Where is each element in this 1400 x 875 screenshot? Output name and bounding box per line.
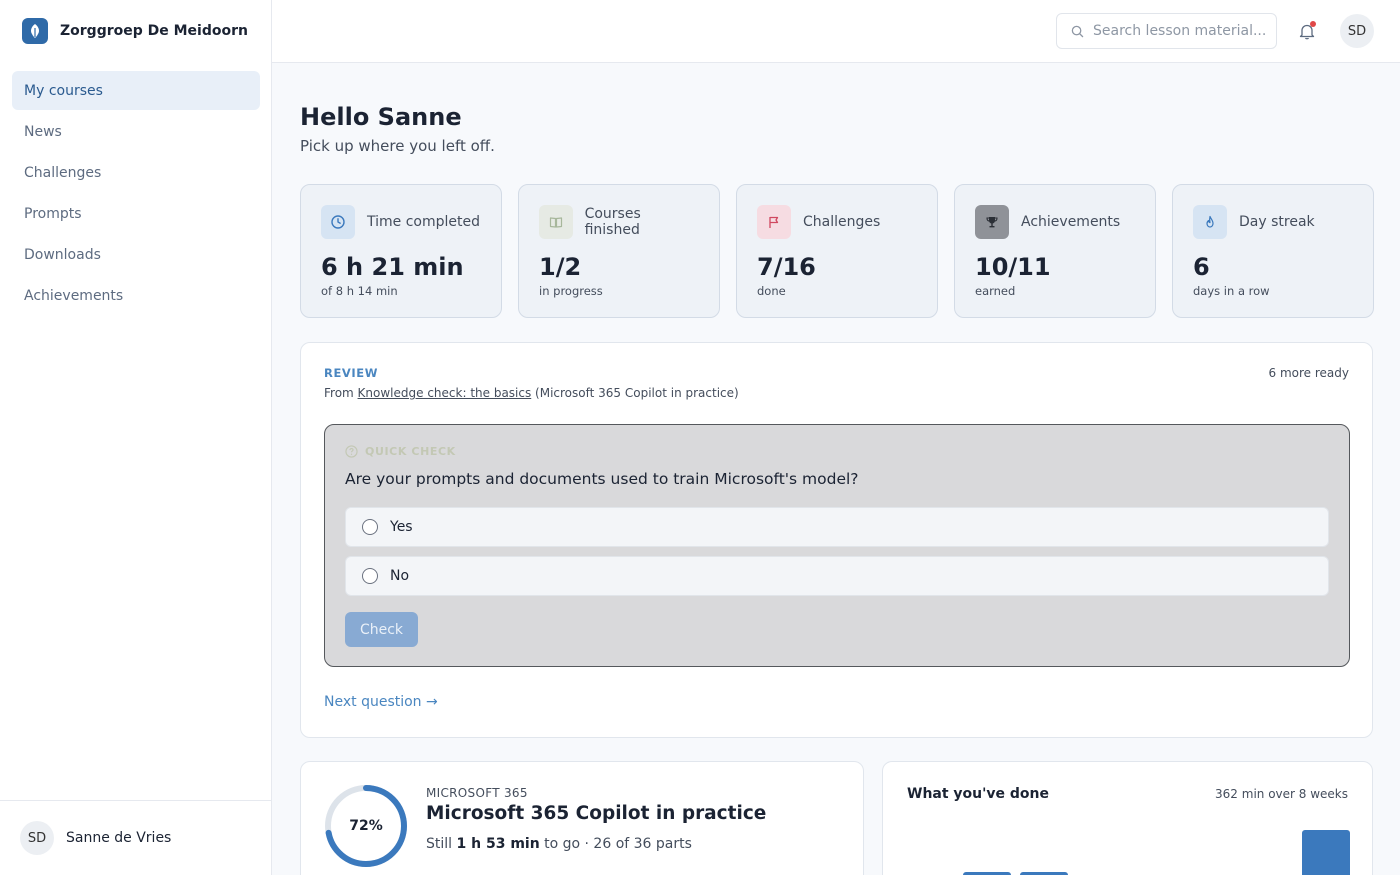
stats-row: Time completed 6 h 21 min of 8 h 14 min … (300, 184, 1374, 318)
activity-card: What you've done 362 min over 8 weeks (882, 761, 1373, 875)
topbar: SD (272, 0, 1400, 63)
review-card: REVIEW 6 more ready From Knowledge check… (300, 342, 1373, 738)
flag-icon (757, 205, 791, 239)
course-category: MICROSOFT 365 (426, 786, 528, 800)
course-title[interactable]: Microsoft 365 Copilot in practice (426, 803, 766, 824)
main-content: Hello Sanne Pick up where you left off. … (300, 63, 1374, 875)
trophy-icon (975, 205, 1009, 239)
stat-card-courses: Courses finished 1/2 in progress (518, 184, 720, 318)
progress-percent: 72% (349, 818, 383, 834)
quick-check-panel: QUICK CHECK Are your prompts and documen… (324, 424, 1350, 667)
sidebar-item-achievements[interactable]: Achievements (12, 276, 260, 315)
course-card[interactable]: 72% MICROSOFT 365 Microsoft 365 Copilot … (300, 761, 864, 875)
stat-card-streak: Day streak 6 days in a row (1172, 184, 1374, 318)
radio-button[interactable] (362, 568, 378, 584)
stat-sub: done (757, 284, 786, 298)
stat-card-challenges: Challenges 7/16 done (736, 184, 938, 318)
stat-value: 1/2 (539, 253, 582, 281)
radio-button[interactable] (362, 519, 378, 535)
course-meta-suffix: to go · 26 of 36 parts (539, 836, 692, 852)
help-circle-icon (345, 445, 358, 458)
stat-label: Achievements (1021, 214, 1121, 230)
page-subtitle: Pick up where you left off. (300, 137, 495, 155)
answer-option-yes[interactable]: Yes (345, 507, 1329, 547)
stat-sub: days in a row (1193, 284, 1270, 298)
leaf-logo-icon (22, 18, 48, 44)
stat-value: 10/11 (975, 253, 1051, 281)
avatar: SD (20, 821, 54, 855)
review-source-prefix: From (324, 386, 358, 400)
user-profile[interactable]: SD Sanne de Vries (0, 800, 271, 875)
stat-value: 7/16 (757, 253, 816, 281)
review-tag: REVIEW (324, 366, 379, 380)
stat-card-time: Time completed 6 h 21 min of 8 h 14 min (300, 184, 502, 318)
course-remaining: 1 h 53 min (456, 836, 540, 852)
course-meta-prefix: Still (426, 836, 457, 852)
notification-dot (1310, 21, 1316, 27)
stat-sub: of 8 h 14 min (321, 284, 398, 298)
sidebar-item-downloads[interactable]: Downloads (12, 235, 260, 274)
review-source: From Knowledge check: the basics (Micros… (324, 386, 739, 400)
page-title: Hello Sanne (300, 103, 462, 131)
answer-label: No (390, 568, 410, 584)
sidebar: Zorggroep De Meidoorn My courses News Ch… (0, 0, 272, 875)
stat-label: Time completed (367, 214, 480, 230)
check-button[interactable]: Check (345, 612, 418, 647)
answer-label: Yes (390, 519, 413, 535)
notifications-button[interactable] (1296, 20, 1318, 42)
stat-label: Day streak (1239, 214, 1315, 230)
activity-title: What you've done (907, 786, 1050, 802)
stat-sub: earned (975, 284, 1016, 298)
course-meta: Still 1 h 53 min to go · 26 of 36 parts (426, 836, 692, 852)
user-name: Sanne de Vries (66, 830, 172, 846)
quick-check-tag: QUICK CHECK (345, 445, 456, 458)
flame-icon (1193, 205, 1227, 239)
brand[interactable]: Zorggroep De Meidoorn (22, 18, 248, 44)
account-avatar[interactable]: SD (1340, 14, 1374, 48)
sidebar-item-my-courses[interactable]: My courses (12, 71, 260, 110)
brand-name: Zorggroep De Meidoorn (60, 23, 248, 39)
main-nav: My courses News Challenges Prompts Downl… (12, 71, 260, 317)
stat-value: 6 h 21 min (321, 253, 464, 281)
book-icon (539, 205, 573, 239)
search-box[interactable] (1056, 13, 1277, 49)
stat-value: 6 (1193, 253, 1210, 281)
stat-label: Courses finished (584, 206, 641, 238)
search-input[interactable] (1093, 23, 1268, 39)
clock-icon (321, 205, 355, 239)
weekly-bar-chart (907, 812, 1350, 875)
quiz-question: Are your prompts and documents used to t… (345, 470, 859, 488)
stat-label: Challenges (803, 214, 881, 230)
stat-sub: in progress (539, 284, 603, 298)
activity-bar (1302, 830, 1350, 875)
search-icon (1071, 25, 1084, 37)
review-source-suffix: (Microsoft 365 Copilot in practice) (531, 386, 739, 400)
answer-option-no[interactable]: No (345, 556, 1329, 596)
sidebar-item-news[interactable]: News (12, 112, 260, 151)
activity-summary: 362 min over 8 weeks (1215, 787, 1348, 801)
review-more-count: 6 more ready (1268, 366, 1349, 380)
sidebar-item-challenges[interactable]: Challenges (12, 153, 260, 192)
review-source-link[interactable]: Knowledge check: the basics (358, 386, 532, 400)
stat-card-achievements: Achievements 10/11 earned (954, 184, 1156, 318)
sidebar-item-prompts[interactable]: Prompts (12, 194, 260, 233)
next-question-link[interactable]: Next question → (324, 694, 438, 710)
quick-check-label: QUICK CHECK (365, 445, 456, 458)
